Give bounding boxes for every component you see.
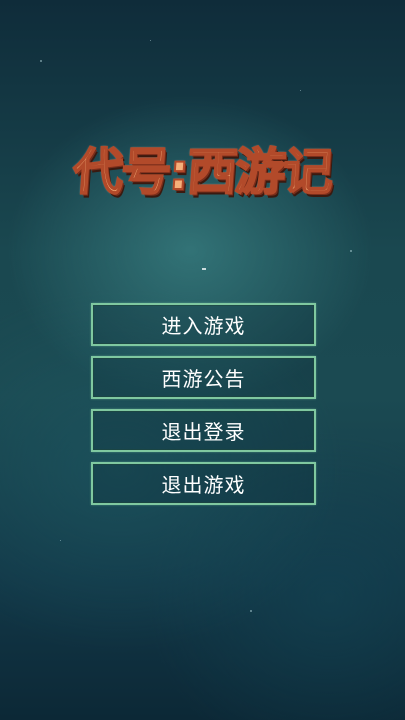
exit-game-button[interactable]: 退出游戏 [91, 462, 316, 505]
star [60, 540, 61, 541]
logout-button[interactable]: 退出登录 [91, 409, 316, 452]
star [250, 610, 252, 612]
game-logo-title: 代号:西游记 [70, 142, 334, 202]
star [150, 40, 151, 41]
enter-game-button[interactable]: 进入游戏 [91, 303, 316, 346]
announcement-button[interactable]: 西游公告 [91, 356, 316, 399]
star [350, 250, 352, 252]
star [300, 90, 301, 91]
loading-indicator [202, 268, 206, 270]
star [40, 60, 42, 62]
main-menu: 进入游戏 西游公告 退出登录 退出游戏 [91, 303, 316, 515]
